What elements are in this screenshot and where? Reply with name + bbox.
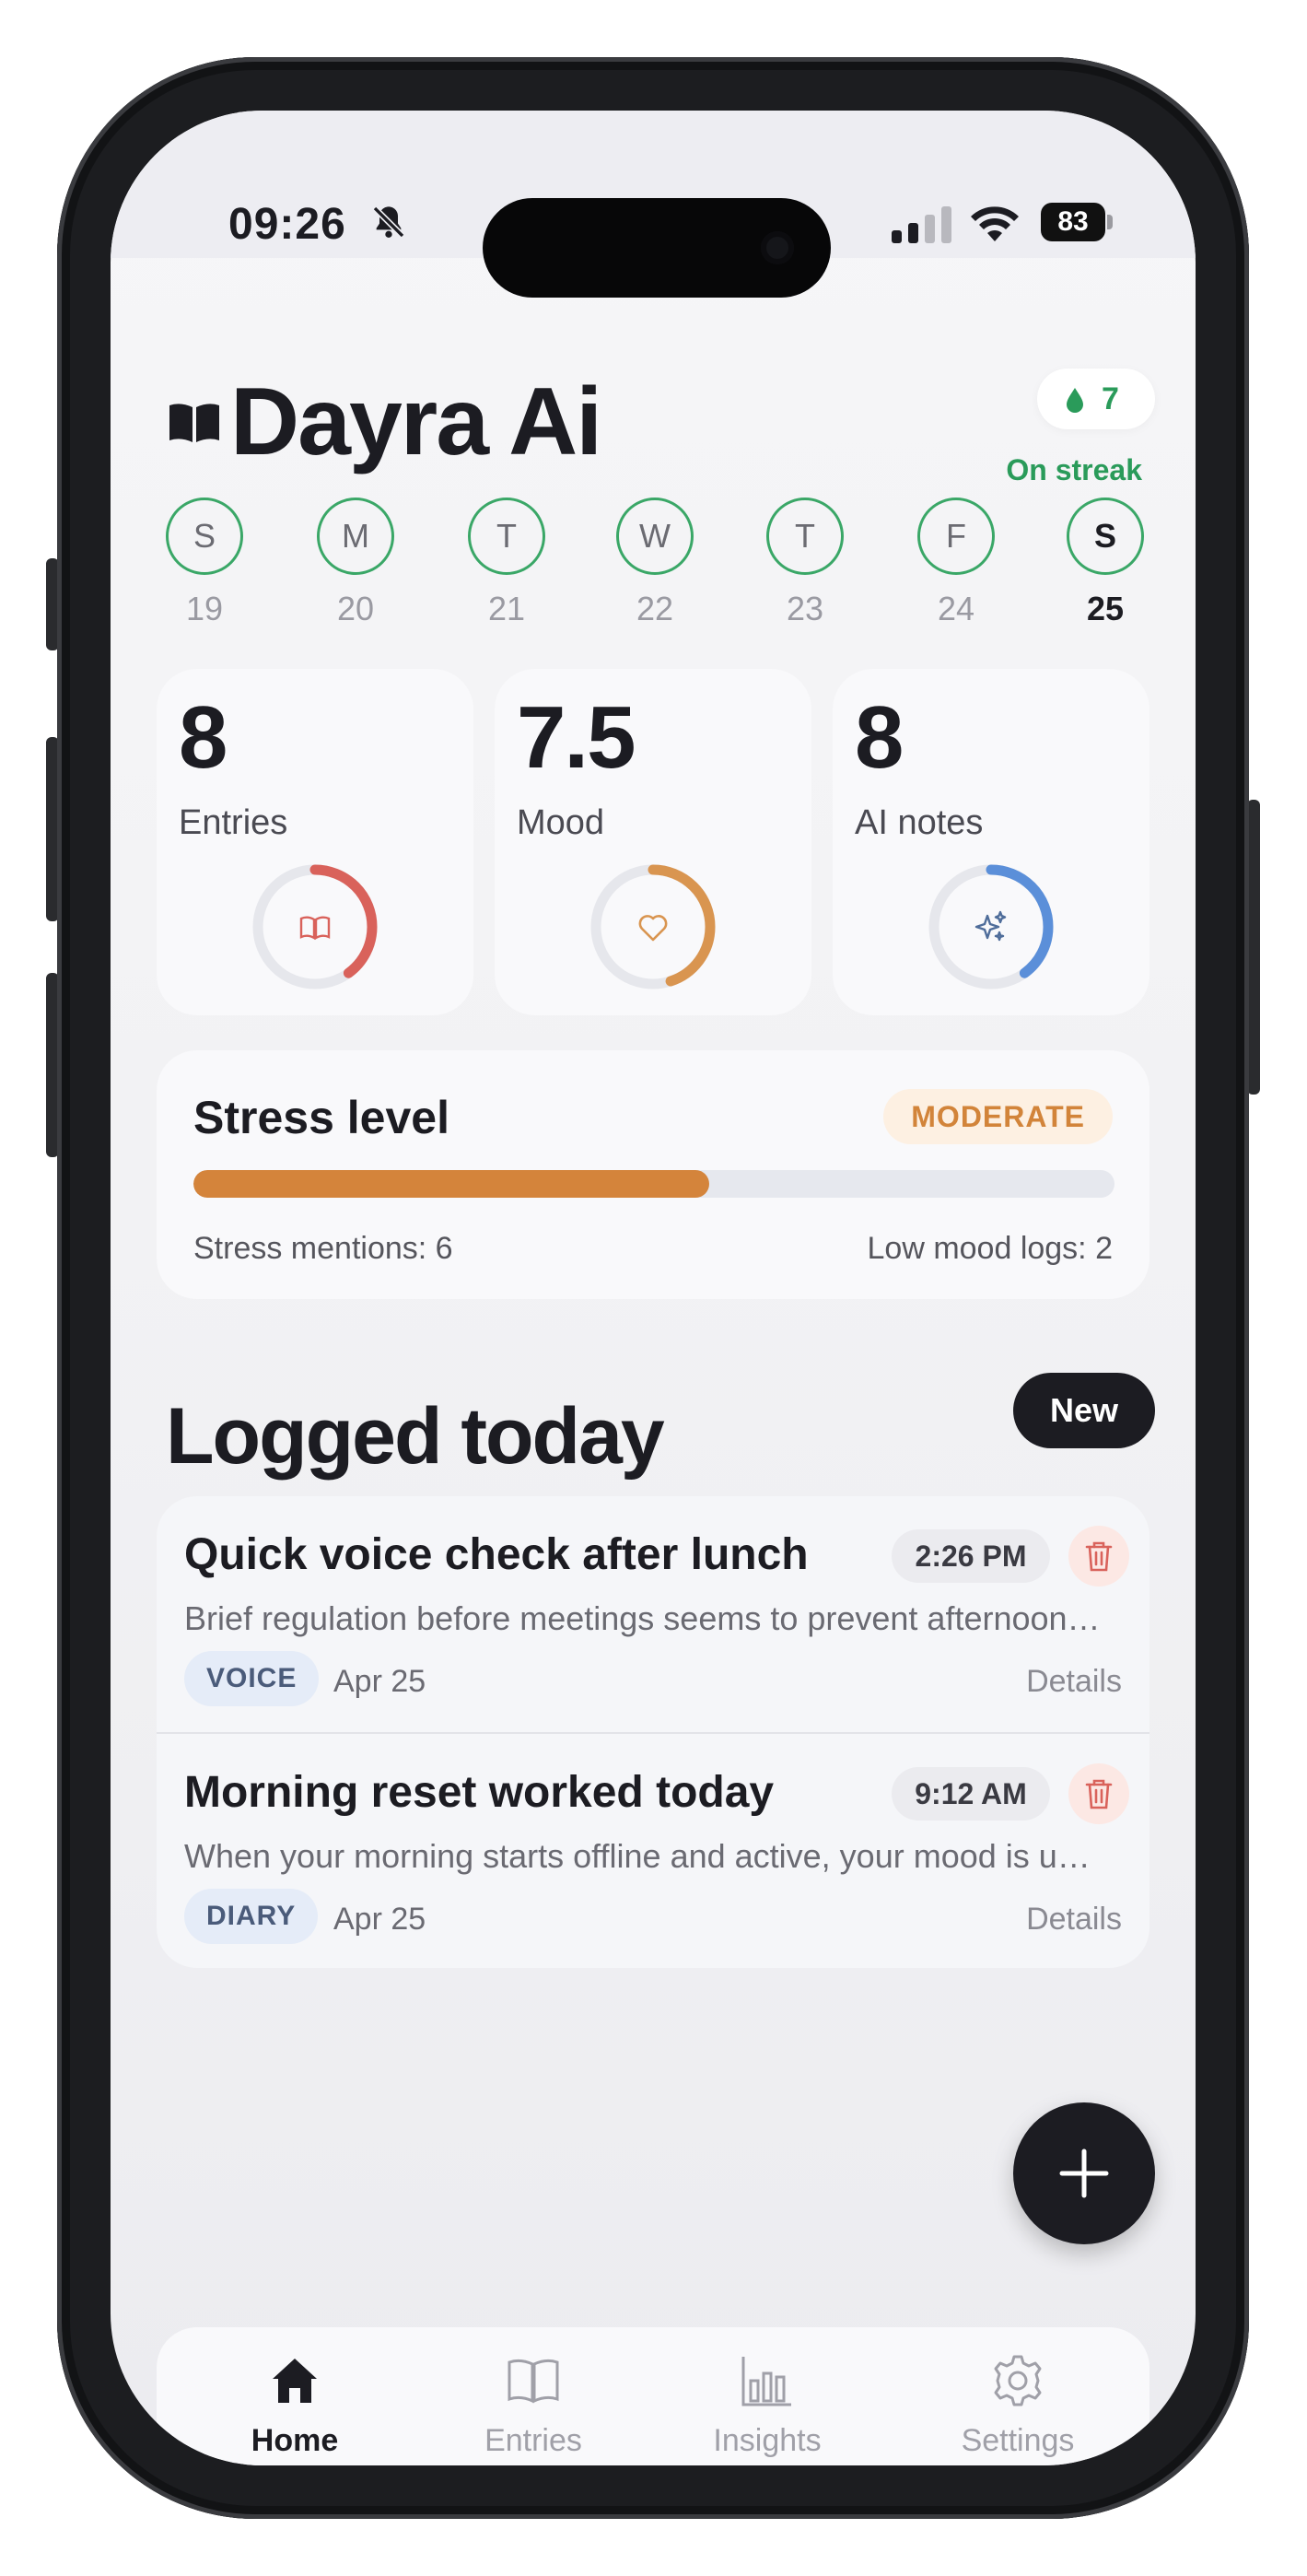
entry-date: Apr 25 [333,1902,426,1937]
ai-notes-stat-card[interactable]: 8 AI notes [833,669,1149,1015]
stress-level-panel[interactable]: Stress level MODERATE Stress mentions: 6… [157,1050,1149,1299]
streak-count: 7 [1102,381,1119,416]
ai-notes-progress-ring [928,864,1054,989]
list-item[interactable]: Morning reset worked today 9:12 AM When … [157,1732,1149,1968]
day-date: 20 [336,590,375,627]
day-sat-25-selected[interactable]: S 25 [1059,498,1151,628]
bar-chart-icon [741,2357,791,2406]
heart-icon [638,915,668,942]
book-icon [508,2359,559,2404]
stress-progress-bar [193,1170,1114,1198]
entry-preview: When your morning starts offline and act… [184,1837,1091,1875]
sparkles-icon [974,910,1007,942]
entry-time: 2:26 PM [892,1529,1050,1583]
drop-icon [1067,388,1083,413]
ai-notes-label: AI notes [855,803,984,842]
mood-label: Mood [517,803,605,842]
entries-progress-ring [252,864,378,989]
day-sun-19[interactable]: S 19 [158,498,251,628]
day-date: 22 [636,590,674,627]
tab-home[interactable]: Home [198,2353,391,2459]
day-letter: T [766,498,844,575]
day-date: 19 [185,590,224,627]
mood-stat-card[interactable]: 7.5 Mood [495,669,811,1015]
delete-button[interactable] [1068,1763,1129,1824]
camera-icon [761,231,794,264]
streak-badge[interactable]: 7 [1037,369,1155,429]
entry-date: Apr 25 [333,1664,426,1699]
day-letter: F [917,498,995,575]
wifi-icon [971,206,1019,241]
day-letter: W [616,498,694,575]
day-date: 23 [786,590,824,627]
add-entry-fab[interactable] [1013,2102,1155,2244]
entry-title: Quick voice check after lunch [184,1530,809,1579]
new-entry-button[interactable]: New [1013,1373,1155,1448]
entries-list: Quick voice check after lunch 2:26 PM Br… [157,1496,1149,1968]
bell-muted-icon [372,205,405,239]
tab-label: Settings [961,2423,1075,2458]
details-link[interactable]: Details [1026,1902,1122,1938]
day-thu-23[interactable]: T 23 [759,498,851,628]
tab-label: Home [251,2423,339,2458]
streak-label: On streak [1006,453,1142,486]
plus-icon [1059,2149,1109,2198]
trash-icon [1085,1779,1113,1809]
stress-status-badge: MODERATE [883,1089,1113,1144]
entries-label: Entries [179,803,288,842]
home-icon [273,2359,317,2403]
day-letter: S [166,498,243,575]
mood-score: 7.5 [517,688,636,787]
entry-type-tag: VOICE [184,1651,320,1706]
stress-progress-fill [193,1170,709,1198]
dynamic-island [483,198,831,298]
entry-time: 9:12 AM [892,1767,1050,1821]
trash-icon [1085,1541,1113,1572]
bottom-tab-bar: Home Entries Insights Settings [157,2327,1149,2465]
day-letter: M [317,498,394,575]
day-date: 24 [937,590,975,627]
mood-progress-ring [590,864,716,989]
day-letter: S [1067,498,1144,575]
stress-title: Stress level [193,1092,449,1143]
battery-icon: 83 [1041,203,1114,241]
day-letter: T [468,498,545,575]
stress-mentions: Stress mentions: 6 [193,1231,453,1266]
day-tue-21[interactable]: T 21 [461,498,553,628]
open-book-logo-icon [169,404,219,442]
ai-notes-count: 8 [855,688,904,787]
list-item[interactable]: Quick voice check after lunch 2:26 PM Br… [157,1496,1149,1732]
day-wed-22[interactable]: W 22 [609,498,701,628]
day-date: 21 [487,590,526,627]
status-bar: 09:26 83 [111,111,1196,298]
day-date: 25 [1086,590,1125,627]
day-mon-20[interactable]: M 20 [309,498,402,628]
entry-title: Morning reset worked today [184,1768,775,1817]
logged-today-heading: Logged today [166,1392,665,1481]
app-screen: 09:26 83 Dayra Ai 7 On streak S 19 M 20 … [111,111,1196,2465]
day-fri-24[interactable]: F 24 [910,498,1002,628]
low-mood-logs: Low mood logs: 2 [867,1231,1114,1266]
app-title: Dayra Ai [230,369,602,475]
cellular-signal-icon [892,206,951,243]
tab-settings[interactable]: Settings [921,2353,1114,2459]
tab-insights[interactable]: Insights [671,2353,864,2459]
entries-count: 8 [179,688,228,787]
tab-entries[interactable]: Entries [437,2353,630,2459]
phone-frame: 09:26 83 Dayra Ai 7 On streak S 19 M 20 … [57,57,1249,2519]
delete-button[interactable] [1068,1526,1129,1587]
details-link[interactable]: Details [1026,1664,1122,1700]
entry-preview: Brief regulation before meetings seems t… [184,1599,1101,1637]
book-icon [299,916,331,941]
battery-level: 83 [1041,203,1105,241]
power-button [1247,800,1260,1095]
gear-icon [994,2355,1042,2406]
entry-type-tag: DIARY [184,1889,319,1944]
tab-label: Insights [713,2423,822,2458]
status-time: 09:26 [228,200,346,249]
entries-stat-card[interactable]: 8 Entries [157,669,473,1015]
tab-label: Entries [484,2423,582,2458]
